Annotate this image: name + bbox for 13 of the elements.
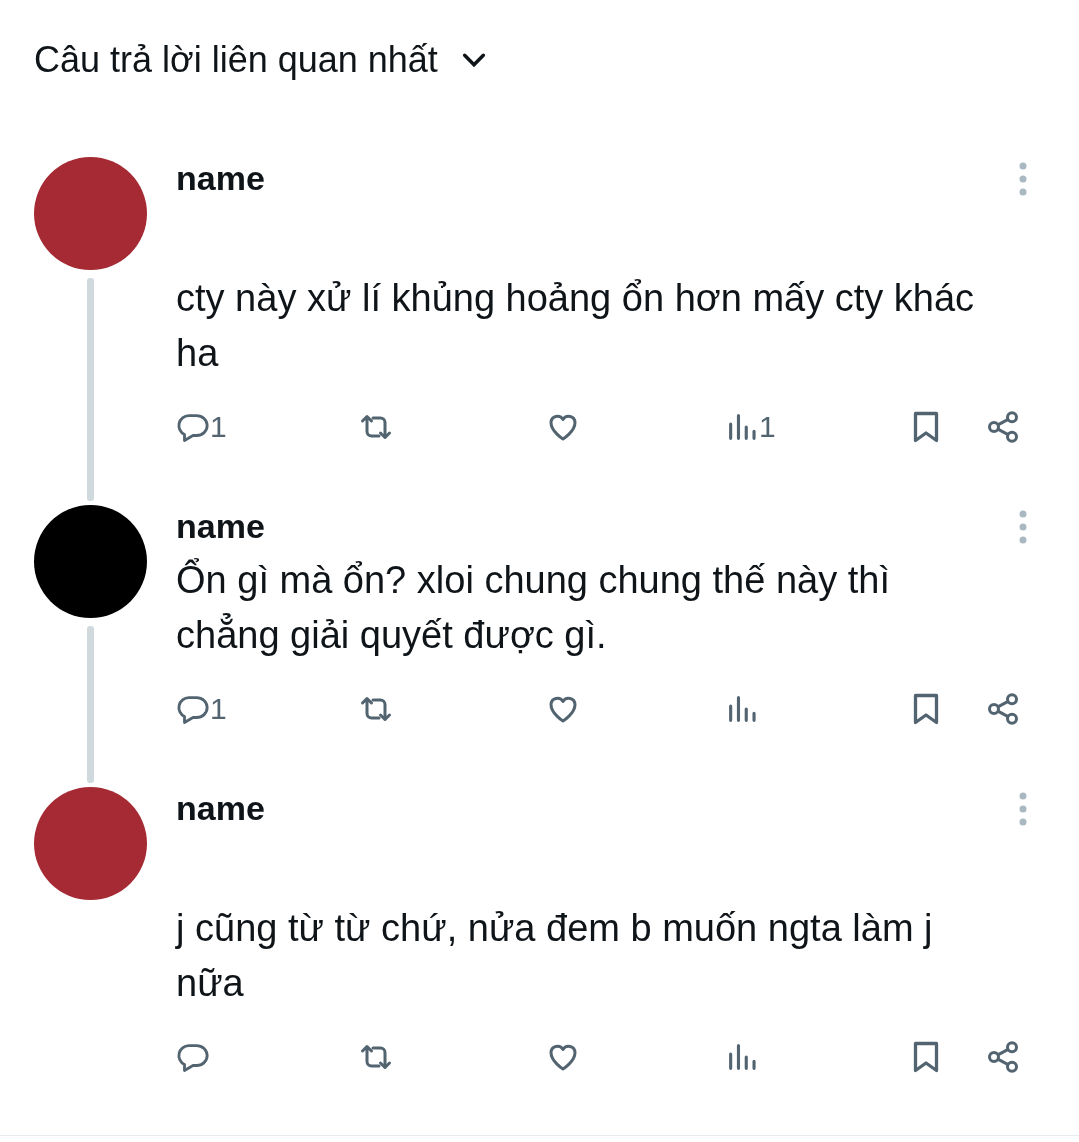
share-icon[interactable] [985, 691, 1021, 727]
reply-text: j cũng từ từ chứ, nửa đem b muốn ngta làm j nữa [176, 906, 934, 1006]
reply-count: 1 [210, 692, 227, 726]
view-count: 1 [759, 410, 776, 444]
share-icon[interactable] [985, 409, 1021, 445]
sort-title[interactable]: Câu trả lời liên quan nhất [34, 38, 438, 82]
reply-text: cty này xử lí khủng hoảng ổn hơn mấy cty khác ha [176, 276, 976, 376]
user-name[interactable]: name [176, 505, 265, 547]
user-name[interactable]: name [176, 787, 265, 829]
user-name[interactable]: name [176, 157, 265, 199]
reply-count: 1 [210, 410, 227, 444]
share-icon[interactable] [985, 1039, 1021, 1075]
reply-text: Ổn gì mà ổn? xloi chung chung thế này thì chẳng giải quyết được gì. [176, 557, 892, 658]
